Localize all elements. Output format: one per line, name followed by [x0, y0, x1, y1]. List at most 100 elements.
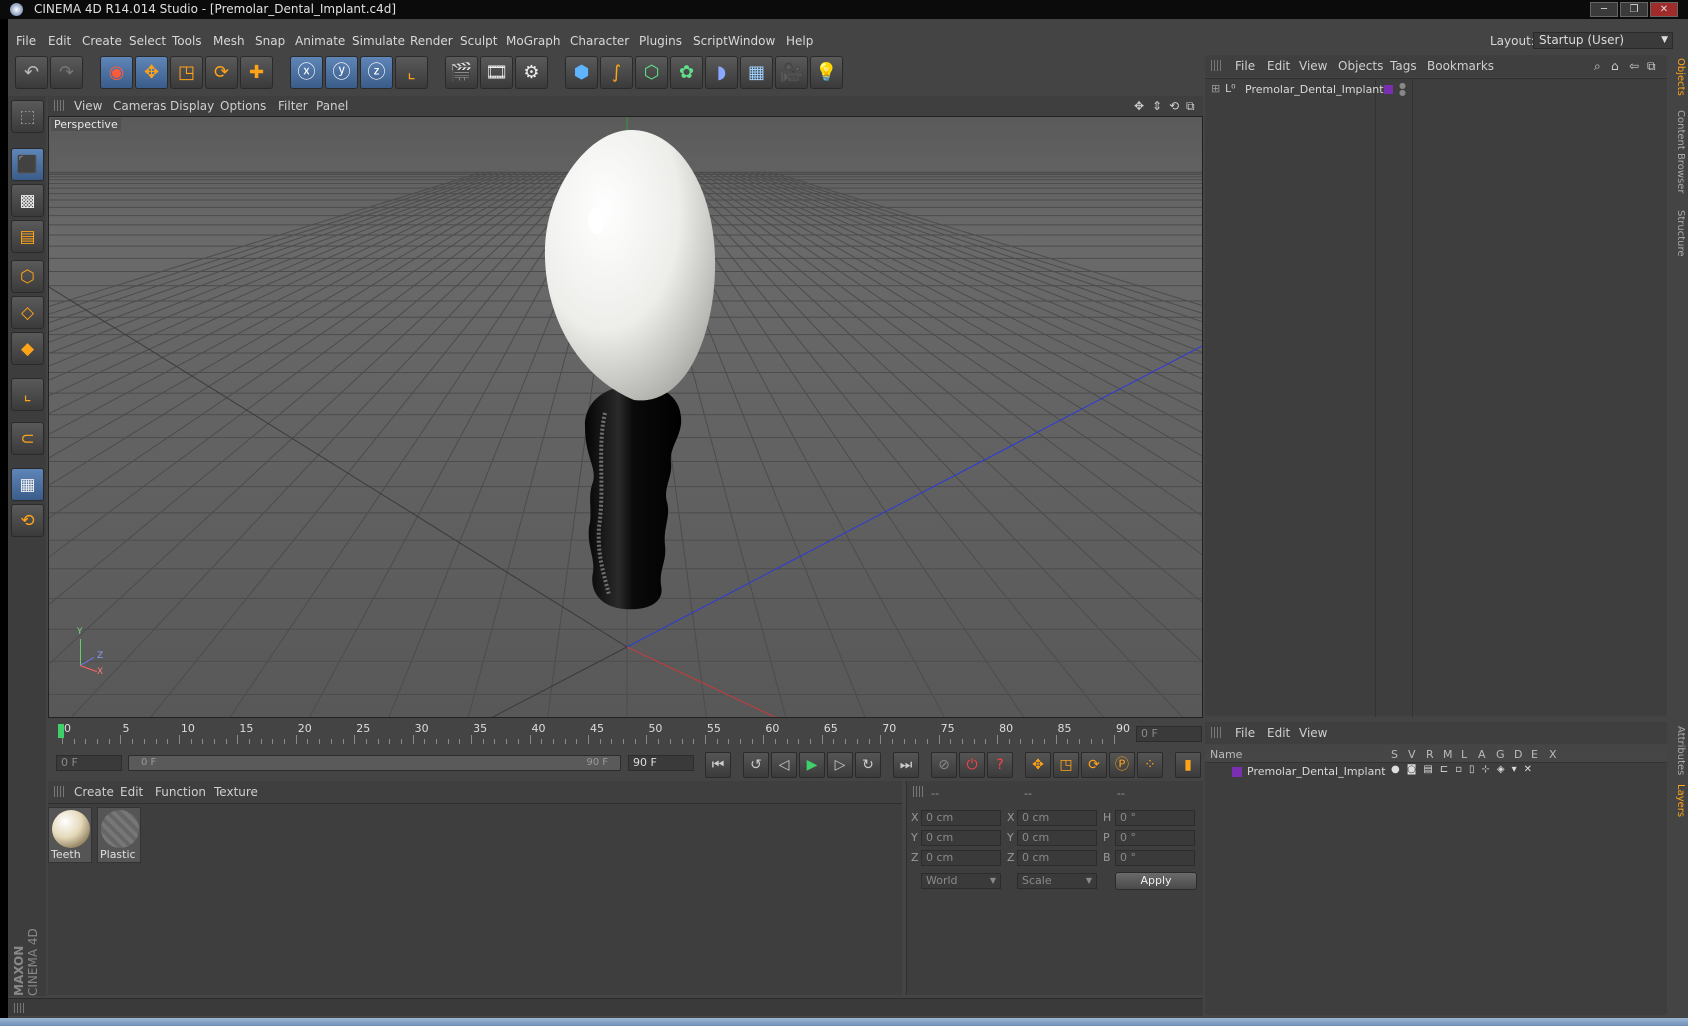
- col-x[interactable]: X: [1549, 748, 1557, 761]
- scale-tool-button[interactable]: ◳: [170, 56, 203, 89]
- nurbs-button[interactable]: ⬡: [635, 56, 668, 89]
- key-rotation-button[interactable]: ⟳: [1081, 752, 1107, 778]
- light-button[interactable]: 💡: [810, 56, 843, 89]
- objects-menu-edit[interactable]: Edit: [1267, 59, 1290, 73]
- side-tab-attributes[interactable]: Attributes: [1668, 726, 1686, 775]
- apply-button[interactable]: Apply: [1115, 872, 1197, 890]
- material-menu-edit[interactable]: Edit: [120, 785, 143, 799]
- key-position-button[interactable]: ✥: [1025, 752, 1051, 778]
- key-pla-button[interactable]: ⁘: [1137, 752, 1163, 778]
- col-l[interactable]: L: [1461, 748, 1467, 761]
- menu-render[interactable]: Render: [410, 34, 453, 48]
- menu-mesh[interactable]: Mesh: [213, 34, 245, 48]
- key-scale-button[interactable]: ◳: [1053, 752, 1079, 778]
- locked-workplane-button[interactable]: ⟲: [11, 504, 44, 537]
- col-v[interactable]: V: [1408, 748, 1416, 761]
- autokey-button[interactable]: ⏻: [959, 752, 985, 778]
- coordinate-system-button[interactable]: ⌞: [395, 56, 428, 89]
- go-to-start-button[interactable]: ⏮: [705, 752, 731, 778]
- side-tab-objects[interactable]: Objects: [1668, 58, 1686, 96]
- menu-script[interactable]: Script: [693, 34, 728, 48]
- timeline-layout-button[interactable]: ▮: [1175, 752, 1201, 778]
- array-button[interactable]: ✿: [670, 56, 703, 89]
- layers-menu-file[interactable]: File: [1235, 726, 1255, 740]
- viewport-rotate-icon[interactable]: ⟲: [1169, 99, 1179, 113]
- y-axis-lock-button[interactable]: ⓨ: [325, 56, 358, 89]
- rotation-h-field[interactable]: 0 °: [1115, 810, 1195, 826]
- material-menu-texture[interactable]: Texture: [214, 785, 258, 799]
- material-teeth[interactable]: Teeth: [48, 807, 92, 863]
- coord-mode-dropdown[interactable]: Scale ▼: [1017, 873, 1097, 889]
- size-y-field[interactable]: 0 cm: [1017, 830, 1097, 846]
- rotation-b-field[interactable]: 0 °: [1115, 850, 1195, 866]
- visibility-dots-icon[interactable]: ● ●: [1399, 82, 1406, 97]
- play-button[interactable]: ▶: [799, 752, 825, 778]
- side-tab-content-browser[interactable]: Content Browser: [1668, 110, 1686, 193]
- workplane-mode-button[interactable]: ▤: [11, 220, 44, 253]
- menu-animate[interactable]: Animate: [295, 34, 345, 48]
- col-d[interactable]: D: [1514, 748, 1522, 761]
- size-x-field[interactable]: 0 cm: [1017, 810, 1097, 826]
- material-plastic[interactable]: Plastic: [97, 807, 141, 863]
- col-a[interactable]: A: [1478, 748, 1486, 761]
- menu-snap[interactable]: Snap: [255, 34, 285, 48]
- next-frame-button[interactable]: ▷: [827, 752, 853, 778]
- menu-window[interactable]: Window: [728, 34, 775, 48]
- col-name[interactable]: Name: [1210, 748, 1242, 761]
- floor-button[interactable]: ▦: [740, 56, 773, 89]
- end-frame-field[interactable]: 90 F: [628, 755, 694, 771]
- menu-select[interactable]: Select: [129, 34, 166, 48]
- keyframe-selection-button[interactable]: ?: [987, 752, 1013, 778]
- polygons-mode-button[interactable]: ◆: [11, 332, 44, 365]
- go-to-end-button[interactable]: ⏭: [893, 752, 919, 778]
- camera-button[interactable]: 🎥: [775, 56, 808, 89]
- objects-menu-tags[interactable]: Tags: [1390, 59, 1417, 73]
- menu-plugins[interactable]: Plugins: [639, 34, 682, 48]
- make-editable-button[interactable]: ⬚: [11, 100, 44, 133]
- playhead-marker[interactable]: [58, 724, 64, 738]
- viewport-menu-options[interactable]: Options: [220, 99, 266, 113]
- tree-item[interactable]: ⊞ L⁰ Premolar_Dental_Implant ● ●: [1207, 82, 1667, 98]
- objects-menu-file[interactable]: File: [1235, 59, 1255, 73]
- material-menu-create[interactable]: Create: [74, 785, 114, 799]
- next-key-button[interactable]: ↻: [855, 752, 881, 778]
- layer-color-swatch[interactable]: [1384, 85, 1393, 94]
- menu-sculpt[interactable]: Sculpt: [460, 34, 497, 48]
- position-y-field[interactable]: 0 cm: [921, 830, 1001, 846]
- start-frame-field[interactable]: 0 F: [56, 755, 122, 771]
- axis-mode-button[interactable]: ⌞: [11, 378, 44, 411]
- rotation-p-field[interactable]: 0 °: [1115, 830, 1195, 846]
- z-axis-lock-button[interactable]: ⓩ: [360, 56, 393, 89]
- expand-icon[interactable]: ⊞: [1211, 82, 1220, 95]
- objects-menu-objects[interactable]: Objects: [1338, 59, 1383, 73]
- layer-row[interactable]: Premolar_Dental_Implant ●◙▤⊏▫▯⊹◈▾✕: [1205, 764, 1667, 780]
- side-tab-structure[interactable]: Structure: [1668, 210, 1686, 257]
- new-window-icon[interactable]: ⧉: [1647, 59, 1656, 74]
- col-m[interactable]: M: [1443, 748, 1453, 761]
- objects-menu-bookmarks[interactable]: Bookmarks: [1427, 59, 1494, 73]
- viewport-move-icon[interactable]: ✥: [1134, 99, 1144, 113]
- texture-mode-button[interactable]: ▩: [11, 184, 44, 217]
- col-r[interactable]: R: [1426, 748, 1434, 761]
- menu-character[interactable]: Character: [570, 34, 629, 48]
- previous-key-button[interactable]: ↺: [743, 752, 769, 778]
- key-parameter-button[interactable]: Ⓟ: [1109, 752, 1135, 778]
- menu-mograph[interactable]: MoGraph: [506, 34, 561, 48]
- record-keys-button[interactable]: ⊘: [931, 752, 957, 778]
- preview-range-slider[interactable]: 0 F 90 F: [128, 755, 621, 771]
- close-button[interactable]: ✕: [1650, 2, 1678, 17]
- arrow-icon[interactable]: ⇦: [1629, 59, 1639, 73]
- x-axis-lock-button[interactable]: ⓧ: [290, 56, 323, 89]
- undo-button[interactable]: ↶: [15, 56, 48, 89]
- coord-space-dropdown[interactable]: World ▼: [921, 873, 1001, 889]
- viewport-menu-display[interactable]: Display: [170, 99, 214, 113]
- restore-button[interactable]: ❐: [1620, 2, 1648, 17]
- minimize-button[interactable]: ─: [1590, 2, 1618, 17]
- layers-menu-edit[interactable]: Edit: [1267, 726, 1290, 740]
- model-mode-button[interactable]: ⬛: [11, 148, 44, 181]
- menu-create[interactable]: Create: [82, 34, 122, 48]
- deformer-button[interactable]: ◗: [705, 56, 738, 89]
- spline-button[interactable]: ∫: [600, 56, 633, 89]
- col-g[interactable]: G: [1496, 748, 1505, 761]
- objects-menu-view[interactable]: View: [1299, 59, 1327, 73]
